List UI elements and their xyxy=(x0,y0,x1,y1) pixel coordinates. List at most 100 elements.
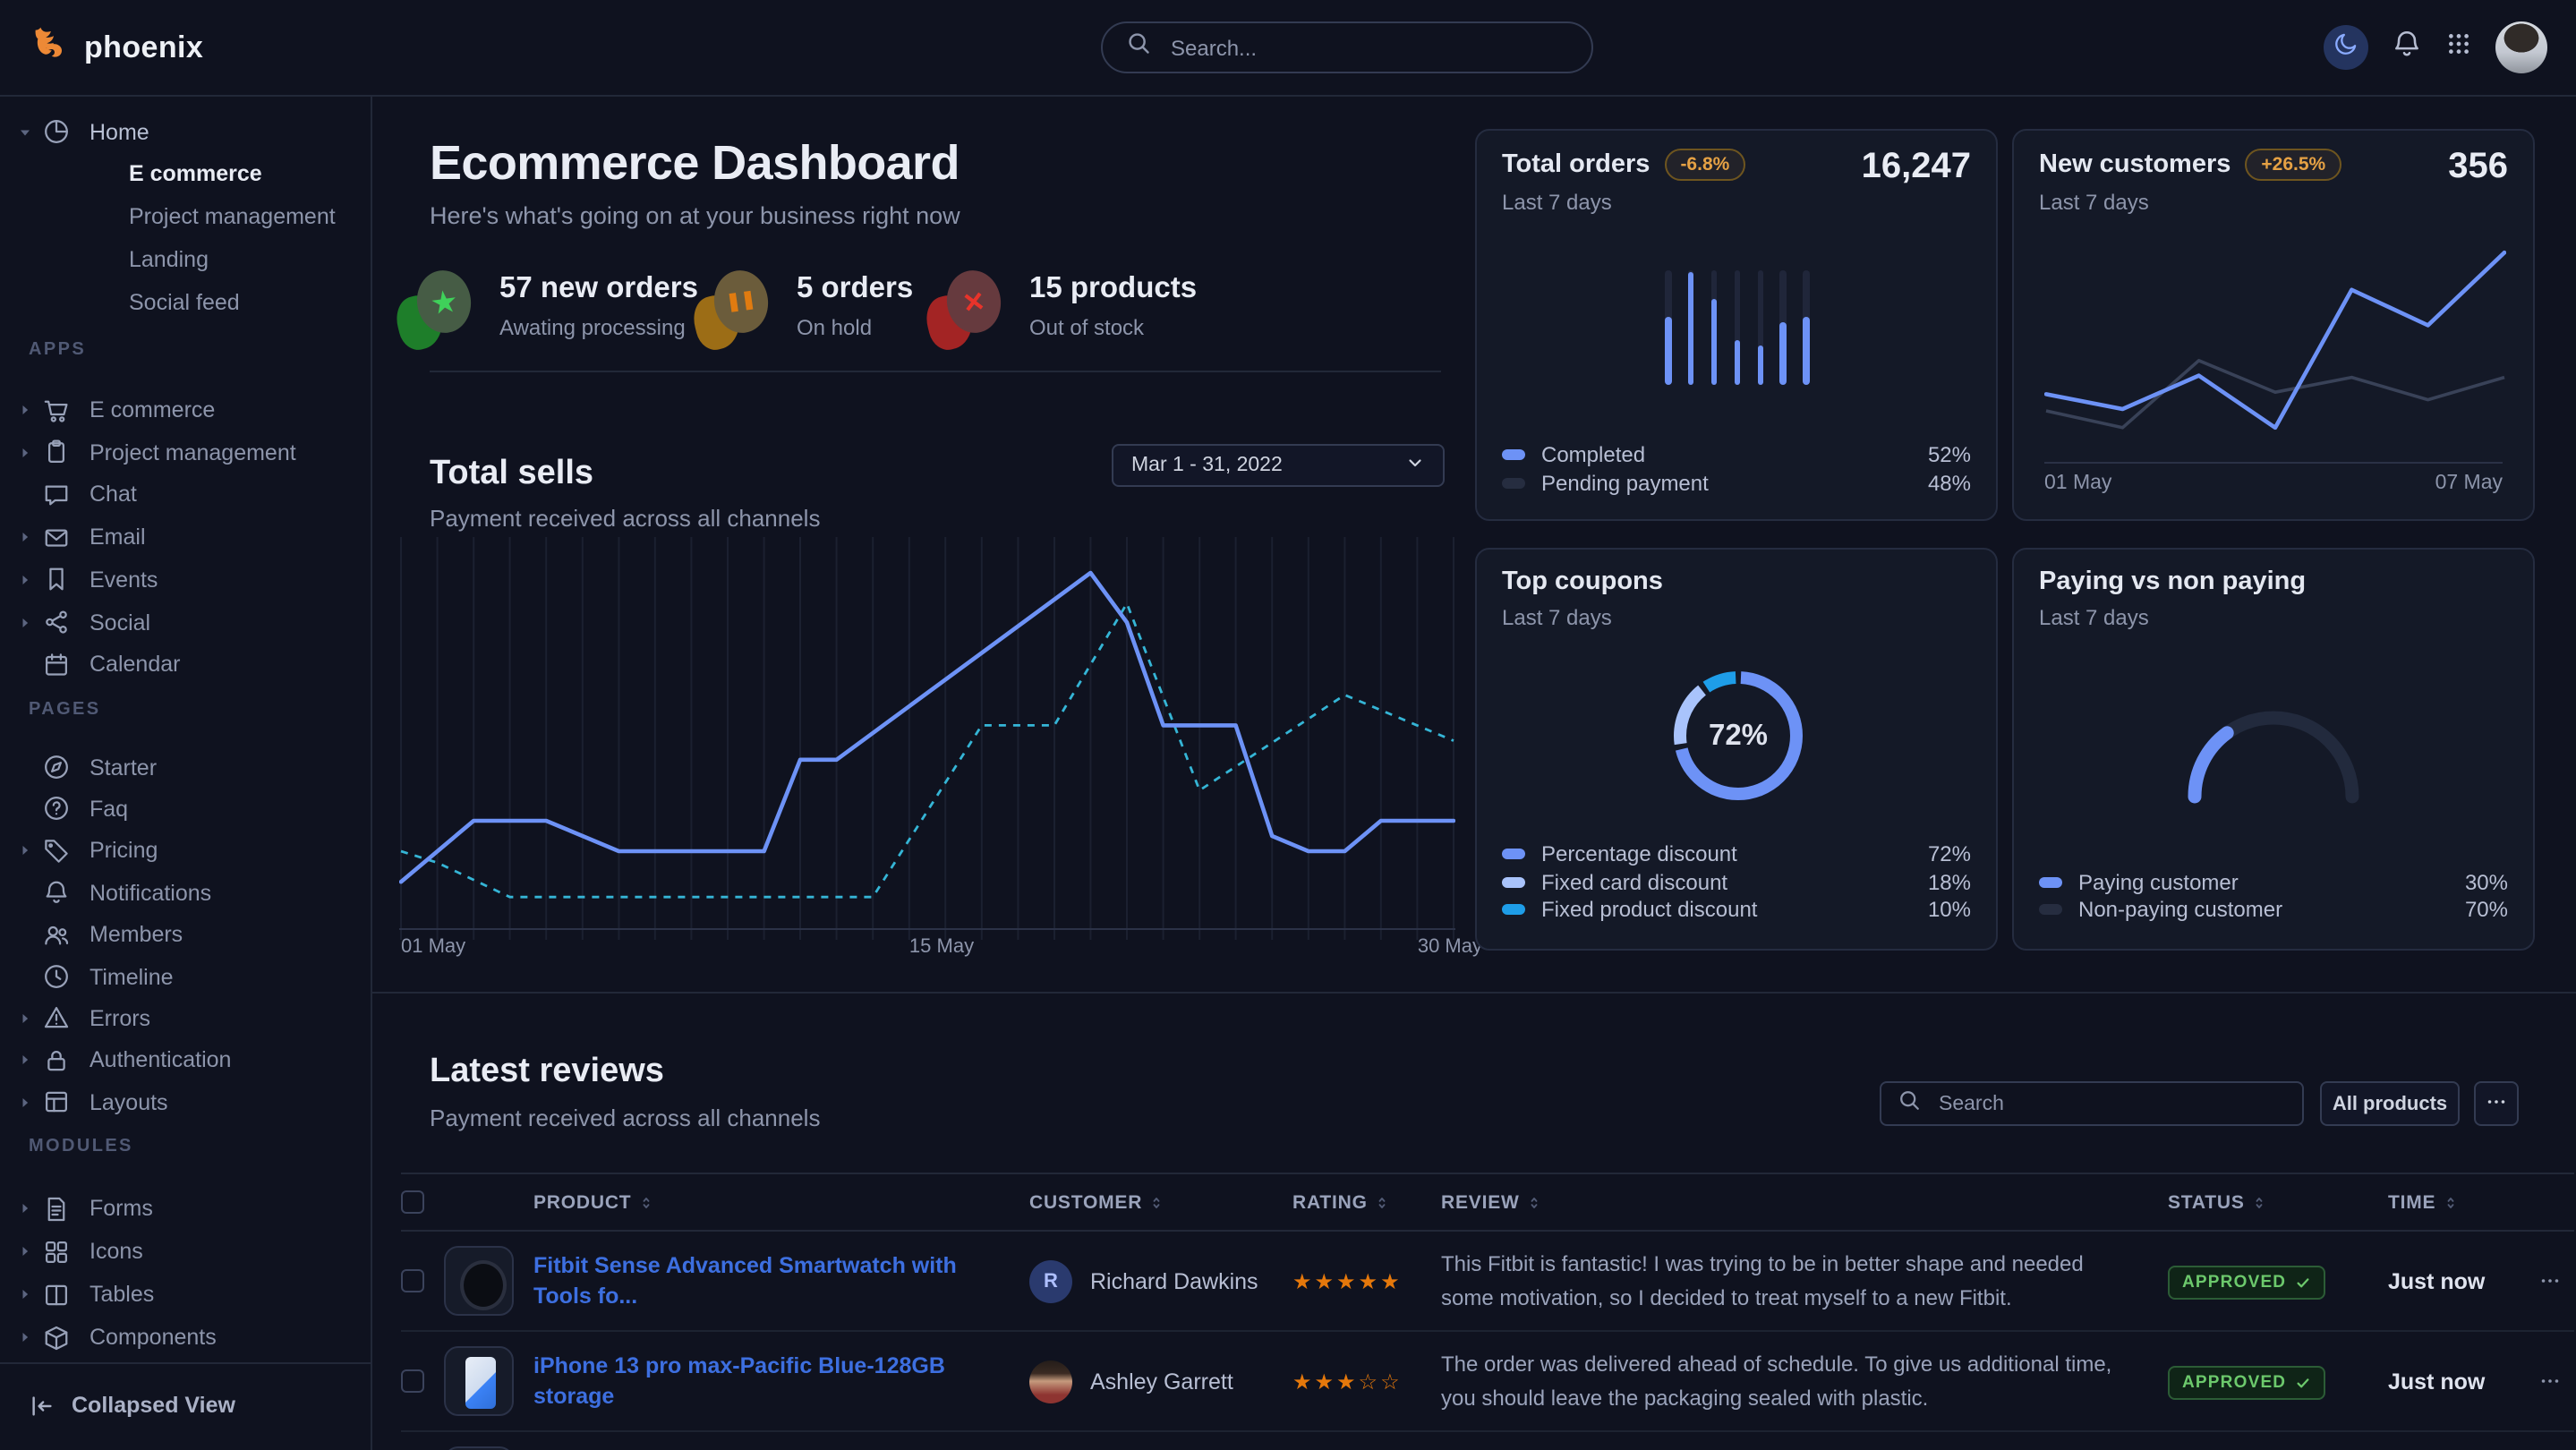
customer-avatar[interactable] xyxy=(1029,1360,1072,1403)
row-menu-button[interactable] xyxy=(2524,1269,2574,1292)
user-avatar[interactable] xyxy=(2495,21,2547,73)
order-bar xyxy=(1688,270,1694,385)
sidebar-item-authentication[interactable]: Authentication xyxy=(0,1041,371,1080)
product-thumbnail[interactable] xyxy=(444,1346,514,1416)
theme-toggle-button[interactable] xyxy=(2324,25,2368,70)
sidebar-item-components[interactable]: Components xyxy=(0,1318,371,1357)
sidebar-item-tables[interactable]: Tables xyxy=(0,1275,371,1314)
select-all-checkbox[interactable] xyxy=(401,1190,424,1214)
collapse-view-button[interactable]: Collapsed View xyxy=(29,1386,235,1425)
sidebar-item-errors[interactable]: Errors xyxy=(0,999,371,1038)
sort-icon xyxy=(636,1193,654,1211)
reviews-more-button[interactable] xyxy=(2474,1081,2519,1126)
section-divider xyxy=(372,992,2576,994)
legend-item: Pending payment48% xyxy=(1502,471,1971,496)
all-products-button[interactable]: All products xyxy=(2320,1081,2460,1126)
caret-right-icon xyxy=(16,571,34,589)
product-thumbnail[interactable] xyxy=(444,1446,514,1450)
column-header-review[interactable]: REVIEW xyxy=(1441,1191,2168,1213)
sidebar-item-pricing[interactable]: Pricing xyxy=(0,832,371,871)
row-menu-button[interactable] xyxy=(2524,1369,2574,1393)
latest-reviews-subtitle: Payment received across all channels xyxy=(430,1105,820,1131)
share-icon xyxy=(43,609,70,635)
column-header-status[interactable]: STATUS xyxy=(2168,1191,2388,1213)
reviews-search[interactable] xyxy=(1880,1081,2304,1126)
product-thumbnail[interactable] xyxy=(444,1246,514,1316)
sidebar-item-icons[interactable]: Icons xyxy=(0,1232,371,1271)
cube-icon xyxy=(43,1324,70,1351)
sidebar-item-project-management[interactable]: Project management xyxy=(0,432,371,472)
sidebar-item-home[interactable]: Home xyxy=(0,112,371,151)
caret-right-icon xyxy=(16,1242,34,1260)
sort-icon xyxy=(2250,1193,2268,1211)
sidebar-nav: HomeE commerceProject managementLandingS… xyxy=(0,97,372,1450)
sidebar-item-starter[interactable]: Starter xyxy=(0,747,371,787)
sidebar-item-members[interactable]: Members xyxy=(0,915,371,954)
sidebar-item-e-commerce[interactable]: E commerce xyxy=(0,390,371,430)
lock-icon xyxy=(43,1047,70,1074)
apps-menu-button[interactable] xyxy=(2445,30,2472,65)
sidebar-subitem-project-management[interactable]: Project management xyxy=(129,197,336,236)
app-viewport: phoenix HomeE commerceProject management… xyxy=(0,0,2576,1450)
sort-icon xyxy=(1147,1193,1165,1211)
new-customers-axis-line xyxy=(2044,462,2503,464)
column-header-time[interactable]: TIME xyxy=(2388,1191,2524,1213)
reviews-search-input[interactable] xyxy=(1935,1091,2286,1116)
check-icon xyxy=(2295,1374,2311,1390)
column-header-rating[interactable]: RATING xyxy=(1292,1191,1441,1213)
product-link[interactable]: Fitbit Sense Advanced Smartwatch with To… xyxy=(533,1250,1029,1311)
sidebar-item-calendar[interactable]: Calendar xyxy=(0,644,371,684)
bell-icon xyxy=(43,879,70,906)
sidebar-item-faq[interactable]: Faq xyxy=(0,789,371,829)
date-range-select[interactable]: Mar 1 - 31, 2022 xyxy=(1112,444,1445,487)
brand-name: phoenix xyxy=(84,30,203,66)
row-checkbox[interactable] xyxy=(401,1369,424,1393)
customer-avatar[interactable]: R xyxy=(1029,1259,1072,1302)
navbar-actions xyxy=(2324,0,2547,95)
total-orders-bar-chart xyxy=(1665,270,1810,385)
sidebar-footer-divider xyxy=(0,1362,371,1364)
caret-right-icon xyxy=(16,443,34,461)
sidebar-item-social[interactable]: Social xyxy=(0,602,371,642)
sidebar-subitem-social-feed[interactable]: Social feed xyxy=(129,282,240,321)
review-time: Just now xyxy=(2388,1369,2524,1394)
collapse-icon xyxy=(29,1392,55,1419)
sidebar-section-label: PAGES xyxy=(29,700,101,720)
new-customers-period: Last 7 days xyxy=(2039,190,2149,215)
global-search[interactable] xyxy=(1101,21,1593,73)
brand-logo[interactable]: phoenix xyxy=(29,23,203,73)
check-icon xyxy=(2295,1274,2311,1290)
column-header-customer[interactable]: CUSTOMER xyxy=(1029,1191,1292,1213)
ellipsis-icon xyxy=(2538,1369,2561,1393)
legend-item: Percentage discount72% xyxy=(1502,841,1971,866)
column-header-product[interactable]: PRODUCT xyxy=(533,1191,1029,1213)
row-checkbox[interactable] xyxy=(401,1269,424,1292)
caret-right-icon xyxy=(16,613,34,631)
sidebar-item-notifications[interactable]: Notifications xyxy=(0,873,371,912)
search-input[interactable] xyxy=(1167,33,1568,62)
chevron-down-icon xyxy=(1405,453,1425,473)
pie-chart-icon xyxy=(43,118,70,145)
status-badge: APPROVED xyxy=(2168,1265,2325,1299)
x-tick: 07 May xyxy=(2435,473,2503,494)
sidebar-subitem-landing[interactable]: Landing xyxy=(129,240,209,279)
sidebar-item-email[interactable]: Email xyxy=(0,517,371,557)
product-link[interactable]: iPhone 13 pro max-Pacific Blue-128GB sto… xyxy=(533,1351,1029,1412)
apps-grid-icon xyxy=(2445,30,2472,56)
top-navbar: phoenix xyxy=(0,0,2576,97)
sidebar-section-label: MODULES xyxy=(29,1136,133,1156)
ellipsis-icon xyxy=(2485,1089,2508,1113)
sidebar-subitem-e-commerce[interactable]: E commerce xyxy=(129,155,262,194)
order-bar xyxy=(1780,270,1787,385)
grid-icon xyxy=(43,1238,70,1265)
chevron-down-icon xyxy=(1405,453,1425,478)
latest-reviews-title: Latest reviews xyxy=(430,1053,664,1092)
legend-item: Fixed product discount10% xyxy=(1502,897,1971,922)
sidebar-item-forms[interactable]: Forms xyxy=(0,1189,371,1228)
sidebar-item-events[interactable]: Events xyxy=(0,560,371,600)
layout-icon xyxy=(43,1088,70,1115)
sidebar-item-timeline[interactable]: Timeline xyxy=(0,957,371,996)
sidebar-item-layouts[interactable]: Layouts xyxy=(0,1082,371,1122)
notifications-button[interactable] xyxy=(2392,28,2422,67)
sidebar-item-chat[interactable]: Chat xyxy=(0,475,371,515)
